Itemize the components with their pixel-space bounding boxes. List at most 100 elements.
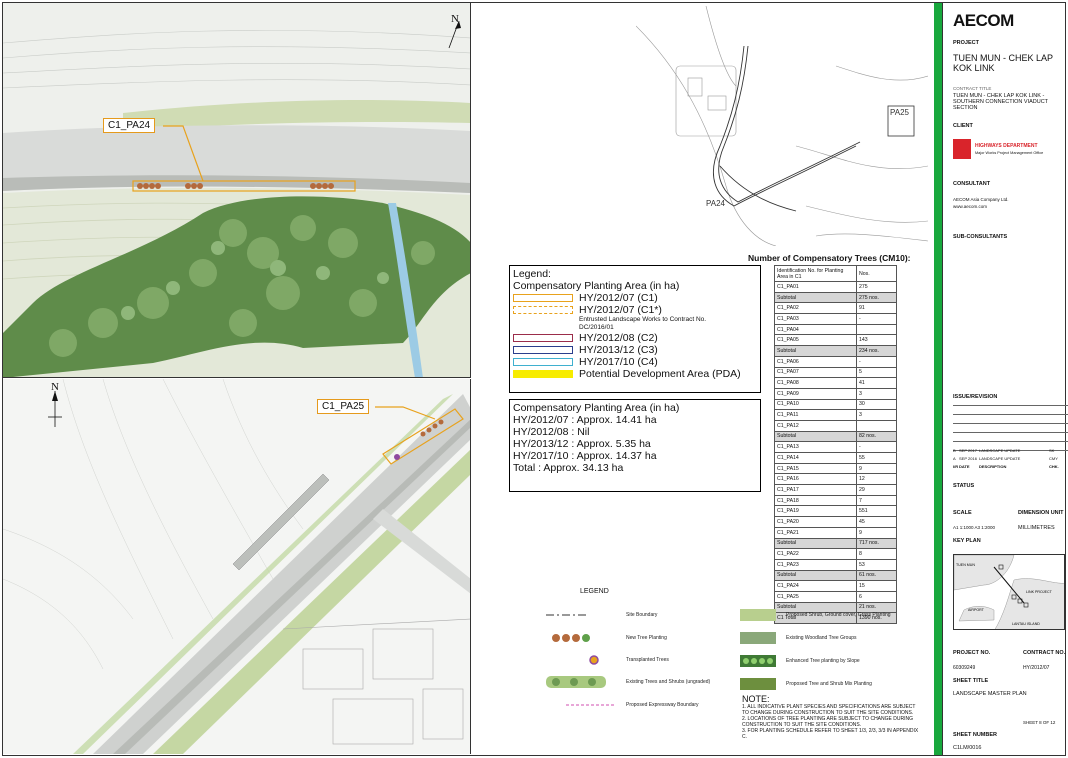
trees-cell-id: Subtotal xyxy=(774,430,857,443)
trees-table-row: C1_PA02 91 xyxy=(774,302,897,315)
trees-header-nos: Nos. xyxy=(856,265,897,282)
key-map: PA25 PA24 xyxy=(635,5,929,247)
map-top-svg xyxy=(3,20,470,377)
trees-cell-nos: 8 xyxy=(856,548,897,560)
tb-client-name: HIGHWAYS DEPARTMENT xyxy=(975,143,1038,149)
legend-label-c1: HY/2012/07 (C1) xyxy=(579,292,658,304)
trees-cell-nos: 275 xyxy=(856,281,897,293)
legend-item-c2: HY/2012/08 (C2) xyxy=(513,332,757,344)
trees-cell-nos: 30 xyxy=(856,398,897,411)
trees-table-row: C1_PA17 29 xyxy=(774,484,897,496)
trees-cell-nos: 12 xyxy=(856,473,897,486)
bl-enhanced: Enhanced Tree planting by Slope xyxy=(786,658,860,664)
tb-sheet-number-label: SHEET NUMBER xyxy=(953,732,998,738)
trees-cell-id: C1_PA03 xyxy=(774,313,857,325)
tb-client-sub: Major Works Project Management Office xyxy=(975,151,1044,155)
tb-revision-grid xyxy=(953,405,1068,451)
callout-c1-pa24: C1_PA24 xyxy=(103,118,156,133)
tb-contract-title: TUEN MUN - CHEK LAP KOK LINK - SOUTHERN … xyxy=(953,93,1048,111)
trees-cell-id: C1_PA09 xyxy=(774,387,857,400)
trees-table-row: C1_PA21 9 xyxy=(774,526,897,539)
bl-site-boundary: Site Boundary xyxy=(626,612,658,618)
legend-note-entrusted: Entrusted Landscape Works to Contract No… xyxy=(579,316,707,331)
keyplan-label-tuen-mun: TUEN MUN xyxy=(956,563,975,567)
trees-cell-nos: 61 nos. xyxy=(856,569,897,582)
area-totals-title: Compensatory Planting Area (in ha) xyxy=(513,402,680,414)
trees-cell-nos: 9 xyxy=(856,526,897,539)
trees-cell-nos: 55 xyxy=(856,452,897,464)
trees-cell-id: C1_PA25 xyxy=(774,590,857,603)
trees-cell-nos: 41 xyxy=(856,377,897,389)
trees-cell-nos: 143 xyxy=(856,334,897,347)
area-row-c2: HY/2012/08 : Nil xyxy=(513,426,590,438)
trees-cell-id: C1_PA18 xyxy=(774,494,857,507)
tb-keyplan-svg: TUEN MUN LINK PROJECT AIRPORT LANTAU ISL… xyxy=(954,555,1064,629)
legend-label-c3: HY/2013/12 (C3) xyxy=(579,344,658,356)
trees-cell-id: C1_PA07 xyxy=(774,366,857,379)
trees-table-row: C1_PA05 143 xyxy=(774,334,897,347)
trees-table-row: C1_PA12 xyxy=(774,419,897,432)
trees-table-row: C1_PA13- xyxy=(774,441,897,453)
bl-new-tree: New Tree Planting xyxy=(626,635,667,641)
tb-issue-label: ISSUE/REVISION xyxy=(953,394,998,400)
legend-item-c3: HY/2013/12 (C3) xyxy=(513,344,757,356)
trees-cell-id: C1_PA05 xyxy=(774,334,857,347)
tb-scale-value: A1 1:1000 A3 1:2000 xyxy=(953,525,996,530)
note-2: 2. LOCATIONS OF TREE PLANTING ARE SUBJEC… xyxy=(742,716,913,728)
tb-consultant-web: www.aecom.com xyxy=(953,204,988,209)
tb-rev-headers: I/R DATE DESCRIPTION CHK. xyxy=(953,464,1059,469)
trees-cell-id: C1_PA10 xyxy=(774,398,857,411)
trees-table-row: C1_PA15 9 xyxy=(774,462,897,475)
legend-item-c4: HY/2017/10 (C4) xyxy=(513,356,757,368)
trees-table-row: C1_PA18 7 xyxy=(774,494,897,507)
trees-table-subtotal-row: Subtotal 61 nos. xyxy=(774,569,897,582)
swatch-c3 xyxy=(513,346,573,354)
tb-subconsultants-label: SUB-CONSULTANTS xyxy=(953,234,1008,240)
map-bottom-panel: C1_PA25 N xyxy=(3,379,471,754)
trees-cell-nos: 82 nos. xyxy=(856,430,897,443)
swatch-c4 xyxy=(513,358,573,366)
trees-cell-id: C1_PA11 xyxy=(774,409,857,421)
trees-cell-id: C1_PA22 xyxy=(774,548,857,560)
trees-cell-id: C1_PA02 xyxy=(774,302,857,315)
trees-cell-nos: 3 xyxy=(856,409,897,421)
key-map-label-pa24: PA24 xyxy=(706,199,726,208)
tb-rev-row-b: B SEP 2017 LANDSCAPE UPDATE SK xyxy=(953,448,1055,453)
trees-table-row: C1_PA06- xyxy=(774,355,897,368)
tb-consultant-label: CONSULTANT xyxy=(953,181,991,187)
trees-cell-nos: 9 xyxy=(856,462,897,475)
legend-subtitle: Compensatory Planting Area (in ha) xyxy=(513,280,680,292)
trees-table-row: C1_PA04 xyxy=(774,323,897,336)
trees-table-wrap: Identification No. for Planting Area in … xyxy=(774,265,897,624)
trees-cell-nos: 29 xyxy=(856,484,897,496)
trees-cell-nos: - xyxy=(856,355,897,368)
map-bottom-svg xyxy=(3,379,470,754)
trees-table-subtotal-row: Subtotal 717 nos. xyxy=(774,537,897,550)
tb-contract-no-label: CONTRACT NO. xyxy=(1023,650,1066,656)
tb-sheet-title-label: SHEET TITLE xyxy=(953,678,989,684)
tb-project-name: TUEN MUN - CHEK LAP KOK LINK xyxy=(953,53,1053,73)
trees-cell-id: C1_PA19 xyxy=(774,505,857,518)
tb-keyplan-label: KEY PLAN xyxy=(953,538,981,544)
tb-keyplan: TUEN MUN LINK PROJECT AIRPORT LANTAU ISL… xyxy=(953,554,1065,630)
trees-table-row: C1_PA25 6 xyxy=(774,590,897,603)
trees-cell-id: C1_PA01 xyxy=(774,281,857,293)
area-row-c3: HY/2013/12 : Approx. 5.35 ha xyxy=(513,438,651,450)
trees-table-row: C1_PA23 53 xyxy=(774,558,897,571)
trees-cell-id: C1_PA14 xyxy=(774,452,857,464)
legend-title: Legend: xyxy=(513,268,551,280)
bl-expressway: Proposed Expressway Boundary xyxy=(626,702,699,708)
trees-table-title: Number of Compensatory Trees (CM10): xyxy=(748,253,911,263)
trees-table-subtotal-row: Subtotal 234 nos. xyxy=(774,345,897,357)
legend-area-totals: Compensatory Planting Area (in ha) HY/20… xyxy=(509,399,761,492)
trees-table-row: C1_PA14 55 xyxy=(774,452,897,464)
note-1: 1. ALL INDICATIVE PLANT SPECIES AND SPEC… xyxy=(742,704,916,716)
trees-cell-id: Subtotal xyxy=(774,537,857,550)
trees-cell-nos: - xyxy=(856,313,897,325)
trees-table: Identification No. for Planting Area in … xyxy=(774,265,897,624)
trees-table-subtotal-row: Subtotal 275 nos. xyxy=(774,291,897,304)
trees-cell-id: C1_PA16 xyxy=(774,473,857,486)
trees-cell-id: C1_PA15 xyxy=(774,462,857,475)
swatch-pda xyxy=(513,370,573,378)
trees-cell-nos: 717 nos. xyxy=(856,537,897,550)
